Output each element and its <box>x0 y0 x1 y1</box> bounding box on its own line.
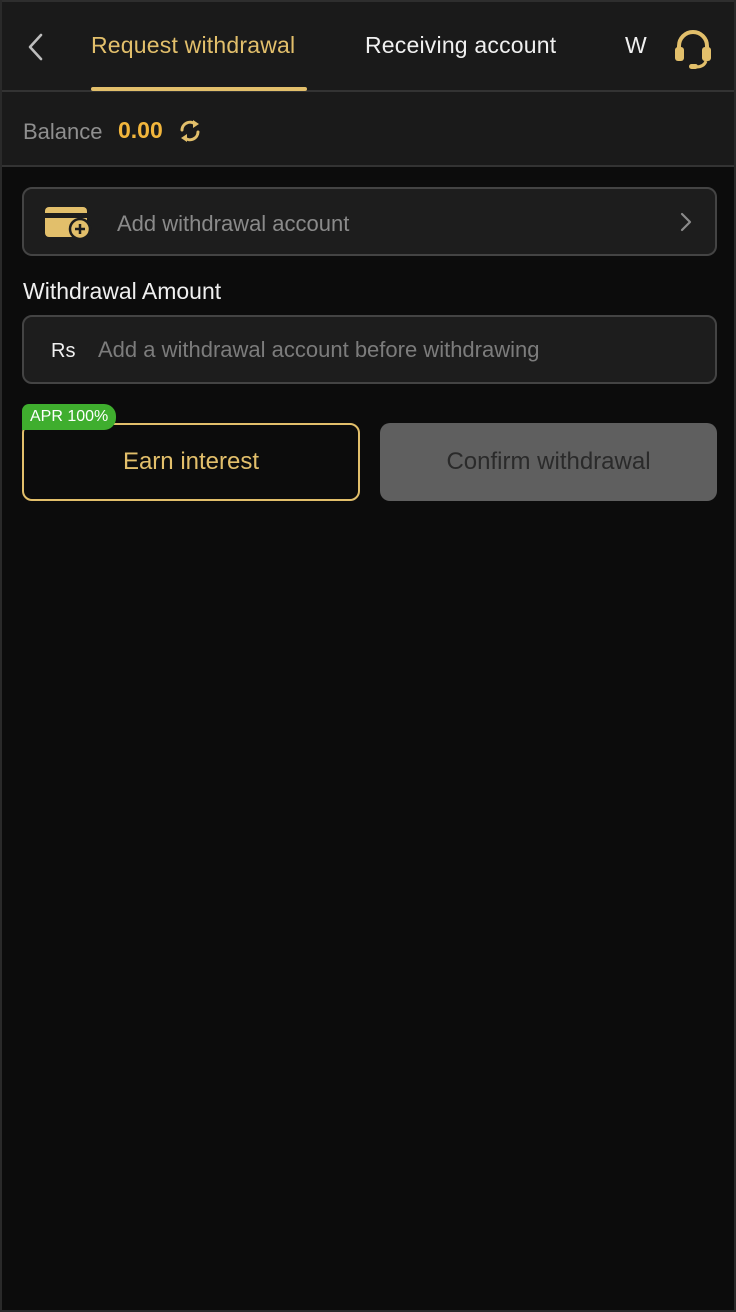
back-button[interactable] <box>20 30 50 64</box>
active-tab-indicator <box>91 87 307 91</box>
chevron-right-icon <box>680 212 692 232</box>
tab-receiving-account[interactable]: Receiving account <box>365 32 556 59</box>
wallet-add-icon <box>45 207 92 240</box>
top-navigation: Request withdrawal Receiving account W <box>2 0 734 92</box>
app-frame: Request withdrawal Receiving account W B… <box>0 0 736 1312</box>
refresh-icon <box>180 120 200 142</box>
add-account-label: Add withdrawal account <box>117 211 350 236</box>
earn-interest-button[interactable]: Earn interest <box>22 423 360 501</box>
add-withdrawal-account-button[interactable]: Add withdrawal account <box>22 187 717 256</box>
apr-badge: APR 100% <box>22 404 117 430</box>
tab-request-withdrawal[interactable]: Request withdrawal <box>91 32 295 59</box>
tab-truncated[interactable]: W <box>625 32 647 59</box>
confirm-withdrawal-button[interactable]: Confirm withdrawal <box>380 423 717 501</box>
balance-value: 0.00 <box>118 117 163 143</box>
headset-icon <box>675 30 711 69</box>
back-arrow-icon <box>28 33 43 61</box>
confirm-withdrawal-label: Confirm withdrawal <box>446 448 651 475</box>
withdrawal-amount-label: Withdrawal Amount <box>23 278 222 304</box>
earn-interest-label: Earn interest <box>122 448 260 475</box>
currency-symbol: Rs <box>51 340 76 362</box>
withdrawal-amount-field: Rs <box>22 315 717 384</box>
customer-support-button[interactable] <box>670 28 716 70</box>
amount-input[interactable] <box>98 329 698 371</box>
refresh-balance-button[interactable] <box>177 118 203 144</box>
balance-label: Balance <box>23 119 103 144</box>
balance-bar: Balance 0.00 <box>2 92 734 167</box>
